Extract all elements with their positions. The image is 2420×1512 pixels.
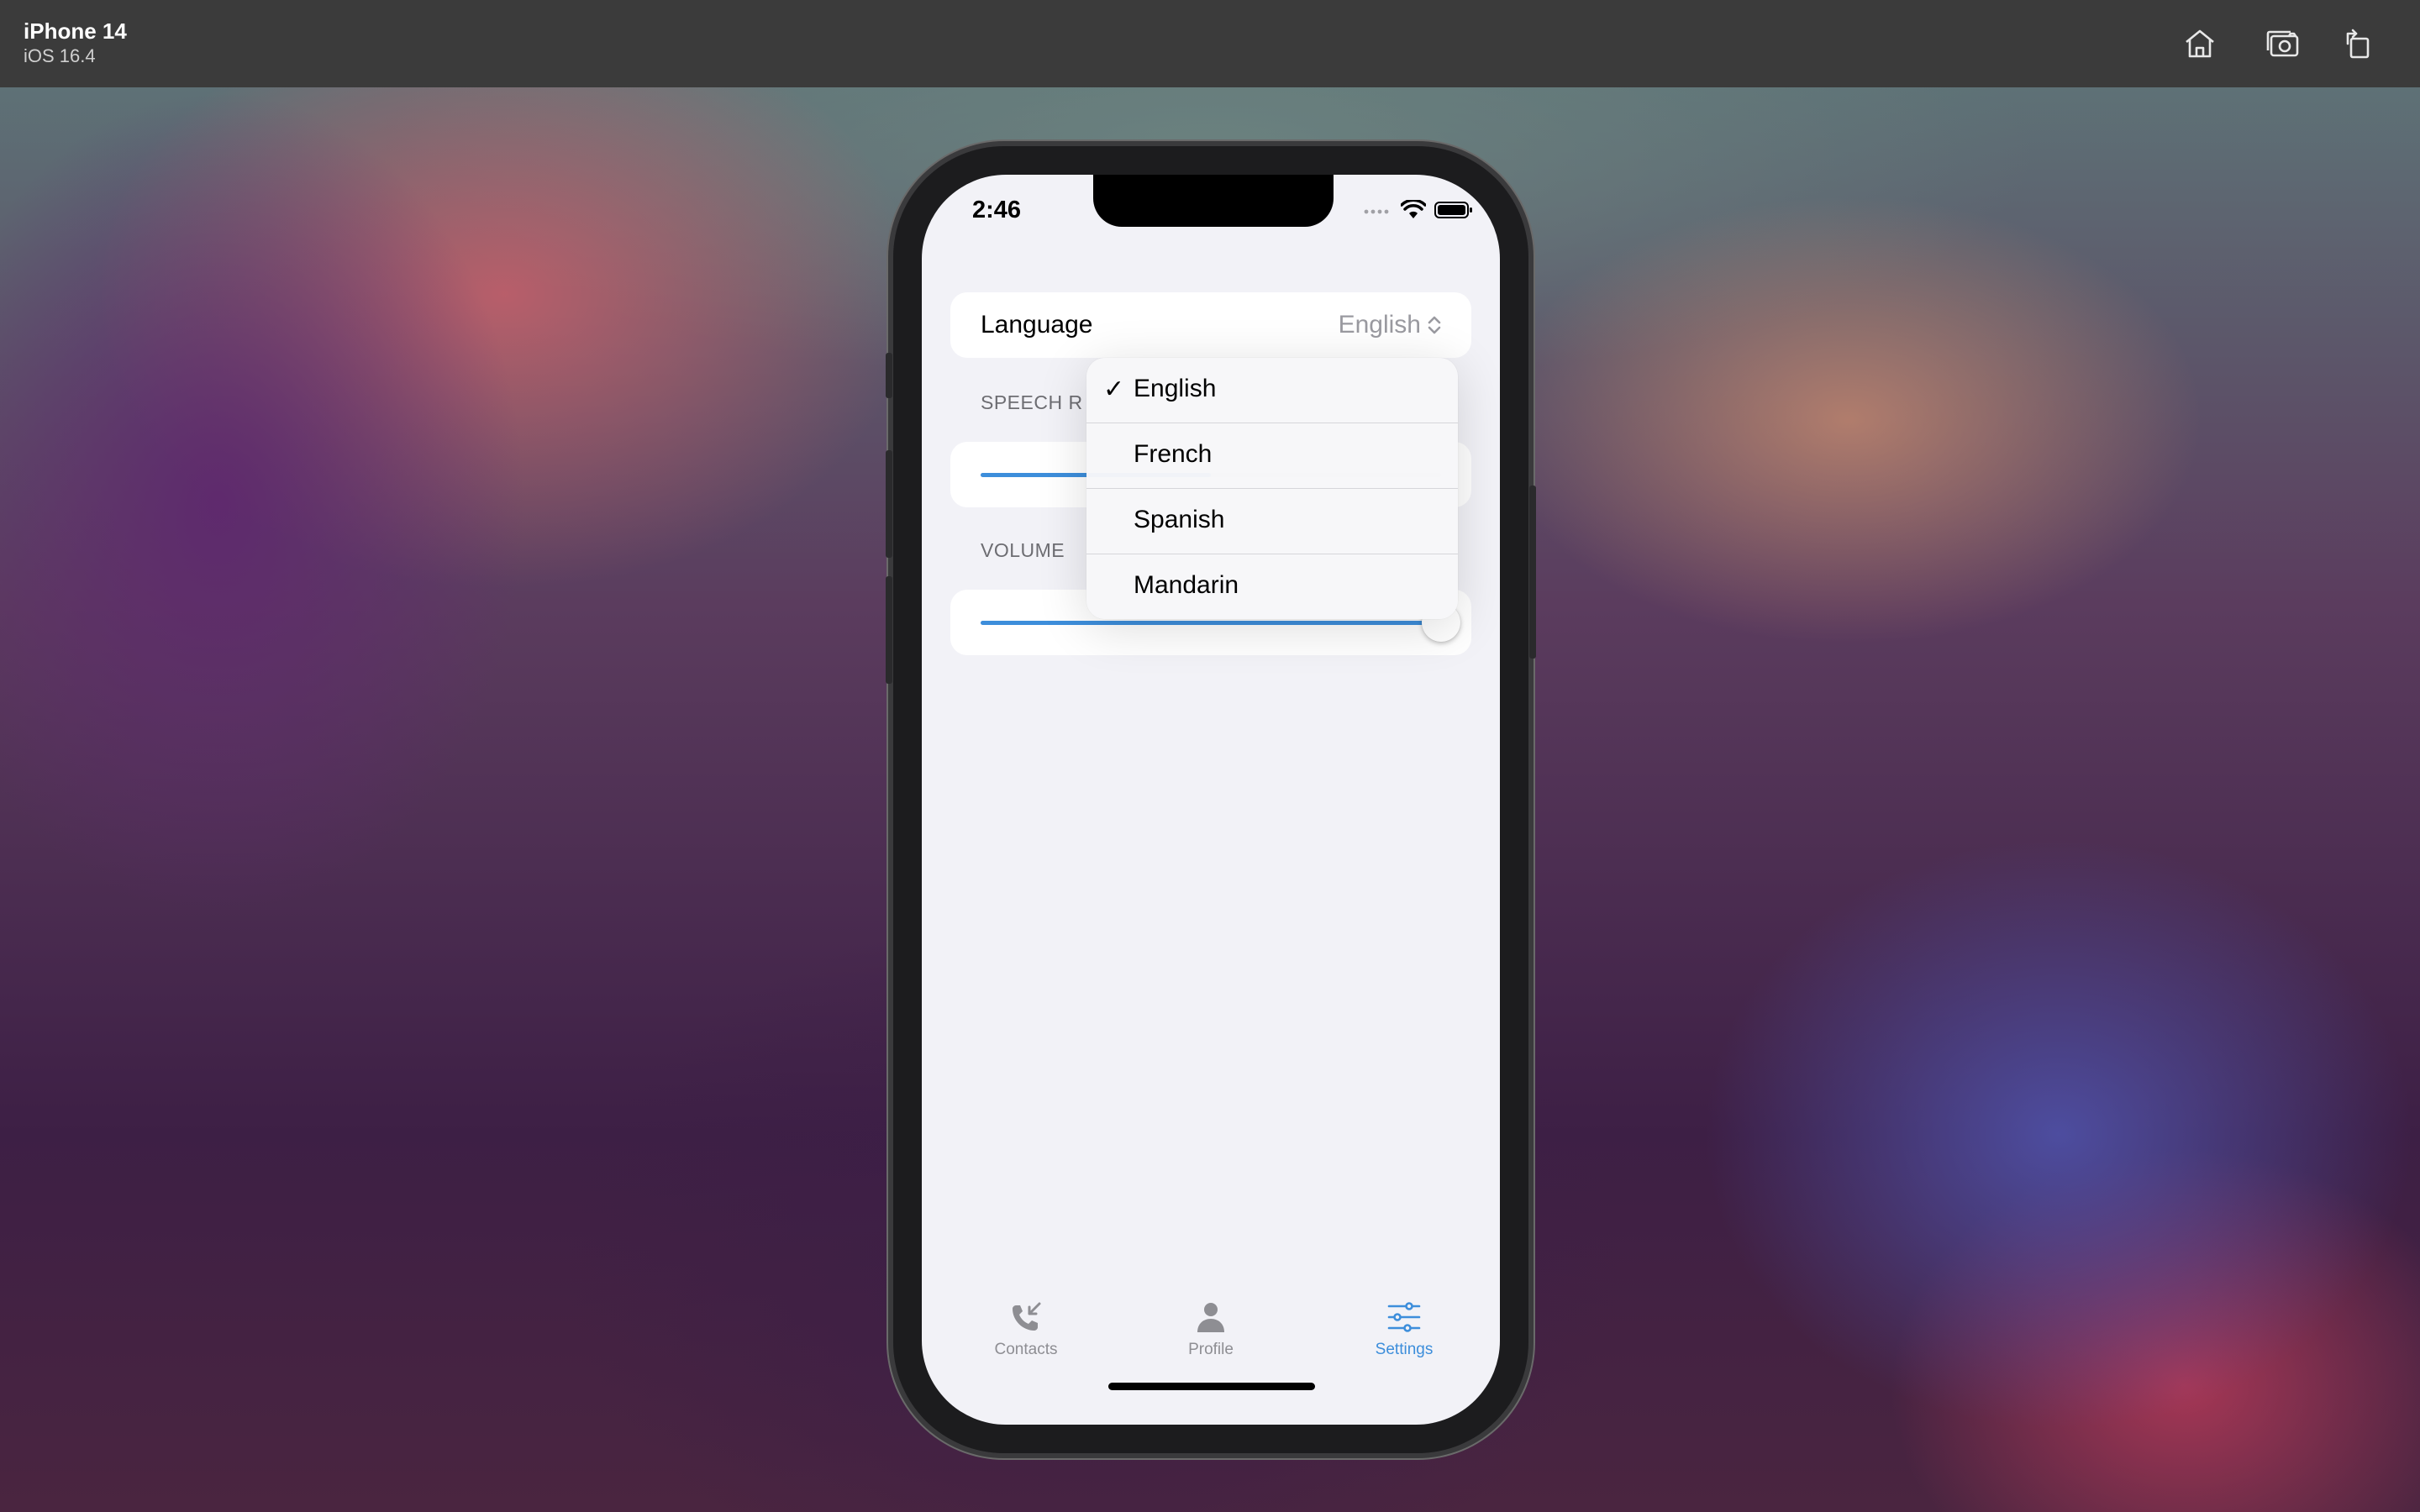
tab-profile[interactable]: Profile <box>1152 1299 1270 1359</box>
tab-settings[interactable]: Settings <box>1345 1299 1463 1359</box>
language-picker-row[interactable]: Language English <box>950 292 1471 358</box>
signal-icon <box>1364 209 1389 214</box>
home-indicator <box>1108 1383 1315 1390</box>
menu-item-label: Spanish <box>1134 506 1225 533</box>
tab-label: Profile <box>1188 1341 1234 1358</box>
menu-item-french[interactable]: French <box>1086 423 1458 489</box>
language-selected-value: English <box>1338 311 1421 339</box>
tab-bar: Contacts Profile Settings <box>922 1299 1500 1374</box>
volume-up-button <box>886 450 892 558</box>
status-icons <box>1364 200 1473 220</box>
volume-slider[interactable] <box>981 621 1441 625</box>
status-time: 2:46 <box>972 197 1022 223</box>
language-label: Language <box>981 311 1093 339</box>
os-version: iOS 16.4 <box>24 45 96 66</box>
tab-contacts[interactable]: Contacts <box>967 1299 1085 1359</box>
iphone-frame: 2:46 Language English SPEECH R VOLUME ✓ … <box>886 146 1536 1453</box>
sliders-icon <box>1387 1302 1421 1332</box>
home-icon[interactable] <box>2180 24 2220 64</box>
menu-item-mandarin[interactable]: Mandarin <box>1086 554 1458 619</box>
menu-item-label: French <box>1134 440 1213 468</box>
speech-rate-header: SPEECH R <box>981 391 1083 413</box>
volume-down-button <box>886 576 892 684</box>
language-value[interactable]: English <box>1339 311 1443 339</box>
menu-item-english[interactable]: ✓ English <box>1086 358 1458 423</box>
wifi-icon <box>1401 200 1426 218</box>
menu-item-label: English <box>1134 375 1217 402</box>
person-icon <box>1197 1303 1224 1332</box>
language-dropdown-menu: ✓ English French Spanish Mandarin <box>1086 358 1458 619</box>
device-name: iPhone 14 <box>24 18 127 44</box>
phone-incoming-icon <box>1013 1302 1041 1331</box>
simulator-toolbar: iPhone 14 iOS 16.4 <box>0 0 2420 87</box>
volume-slider-fill <box>981 621 1441 625</box>
checkmark-icon: ✓ <box>1103 375 1125 403</box>
menu-item-spanish[interactable]: Spanish <box>1086 489 1458 554</box>
screenshot-icon[interactable] <box>2262 24 2302 64</box>
notch <box>1093 175 1334 227</box>
power-button <box>1529 486 1536 659</box>
action-button <box>886 353 892 398</box>
volume-header: VOLUME <box>981 539 1065 561</box>
battery-icon <box>1434 202 1472 218</box>
tab-label: Settings <box>1375 1341 1434 1358</box>
chevron-up-down-icon <box>1428 316 1441 334</box>
phone-screen: 2:46 Language English SPEECH R VOLUME ✓ … <box>922 175 1500 1425</box>
rotate-icon[interactable] <box>2338 24 2378 64</box>
tab-label: Contacts <box>994 1341 1058 1358</box>
menu-item-label: Mandarin <box>1134 571 1239 599</box>
